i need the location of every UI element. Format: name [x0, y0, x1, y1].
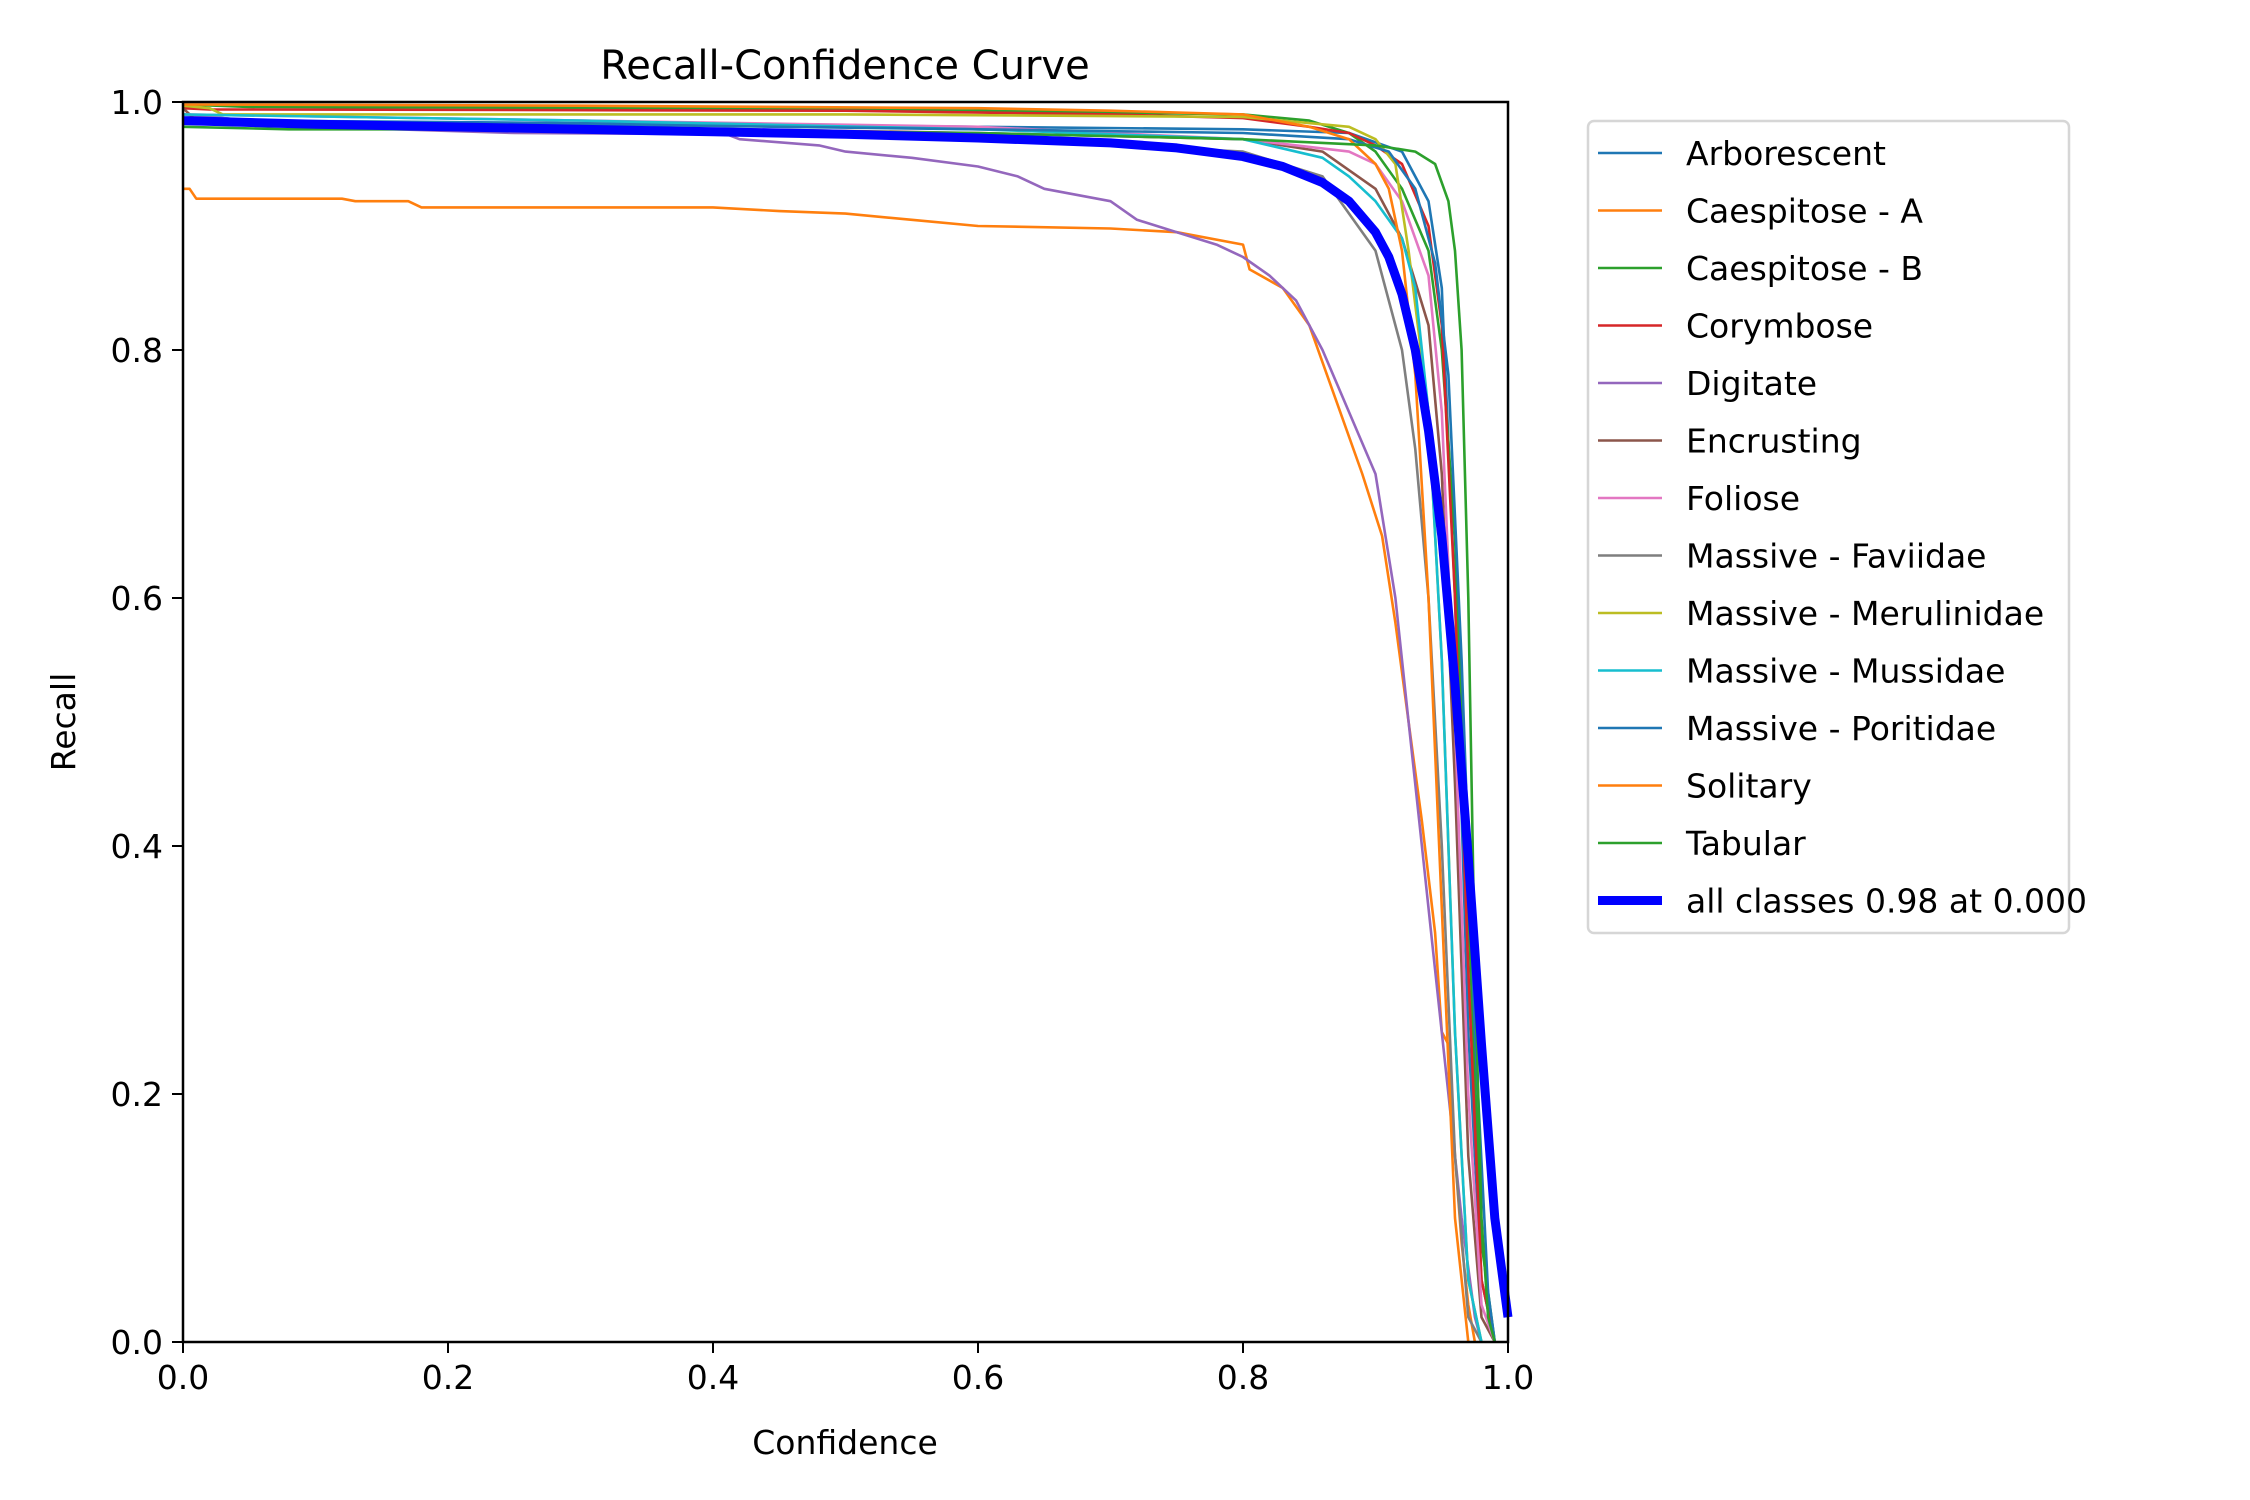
- legend-label-massive-poritidae: Massive - Poritidae: [1686, 709, 1996, 748]
- y-tick-label: 0.0: [111, 1323, 163, 1362]
- legend-label-solitary: Solitary: [1686, 767, 1812, 806]
- x-tick-label: 1.0: [1482, 1358, 1534, 1397]
- legend-label-foliose: Foliose: [1686, 479, 1800, 518]
- y-axis-label: Recall: [44, 673, 83, 771]
- legend: Arborescent Caespitose - A Caespitose - B C…: [1586, 119, 2087, 935]
- y-tick-label: 1.0: [111, 83, 163, 122]
- legend-label-caespitose-b: Caespitose - B: [1686, 249, 1923, 288]
- legend-label-encrusting: Encrusting: [1686, 422, 1862, 461]
- legend-label-all-classes-0-98-at-0-000: all classes 0.98 at 0.000: [1686, 882, 2087, 921]
- legend-label-tabular: Tabular: [1685, 824, 1806, 863]
- legend-label-massive-mussidae: Massive - Mussidae: [1686, 652, 2005, 691]
- y-tick-label: 0.6: [111, 579, 163, 618]
- y-tick-label: 0.4: [111, 827, 163, 866]
- legend-label-caespitose-a: Caespitose - A: [1686, 192, 1923, 231]
- chart-title: Recall-Confidence Curve: [600, 43, 1089, 89]
- legend-label-massive-faviidae: Massive - Faviidae: [1686, 537, 1986, 576]
- y-tick-label: 0.2: [111, 1075, 163, 1114]
- x-tick-label: 0.8: [1217, 1358, 1269, 1397]
- legend-label-massive-merulinidae: Massive - Merulinidae: [1686, 594, 2044, 633]
- y-tick-label: 0.8: [111, 331, 163, 370]
- x-axis-label: Confidence: [752, 1423, 938, 1462]
- legend-label-corymbose: Corymbose: [1686, 307, 1873, 346]
- x-tick-label: 0.4: [687, 1358, 739, 1397]
- legend-label-digitate: Digitate: [1686, 364, 1817, 403]
- legend-label-arborescent: Arborescent: [1686, 134, 1886, 173]
- recall-confidence-chart: Recall-Confidence Curve 0.0 0.2 0.4 0.6 0.8 1…: [0, 0, 2250, 1500]
- x-tick-label: 0.0: [157, 1358, 209, 1397]
- legend-box: [1586, 119, 2071, 935]
- x-tick-label: 0.6: [952, 1358, 1004, 1397]
- x-tick-label: 0.2: [422, 1358, 474, 1397]
